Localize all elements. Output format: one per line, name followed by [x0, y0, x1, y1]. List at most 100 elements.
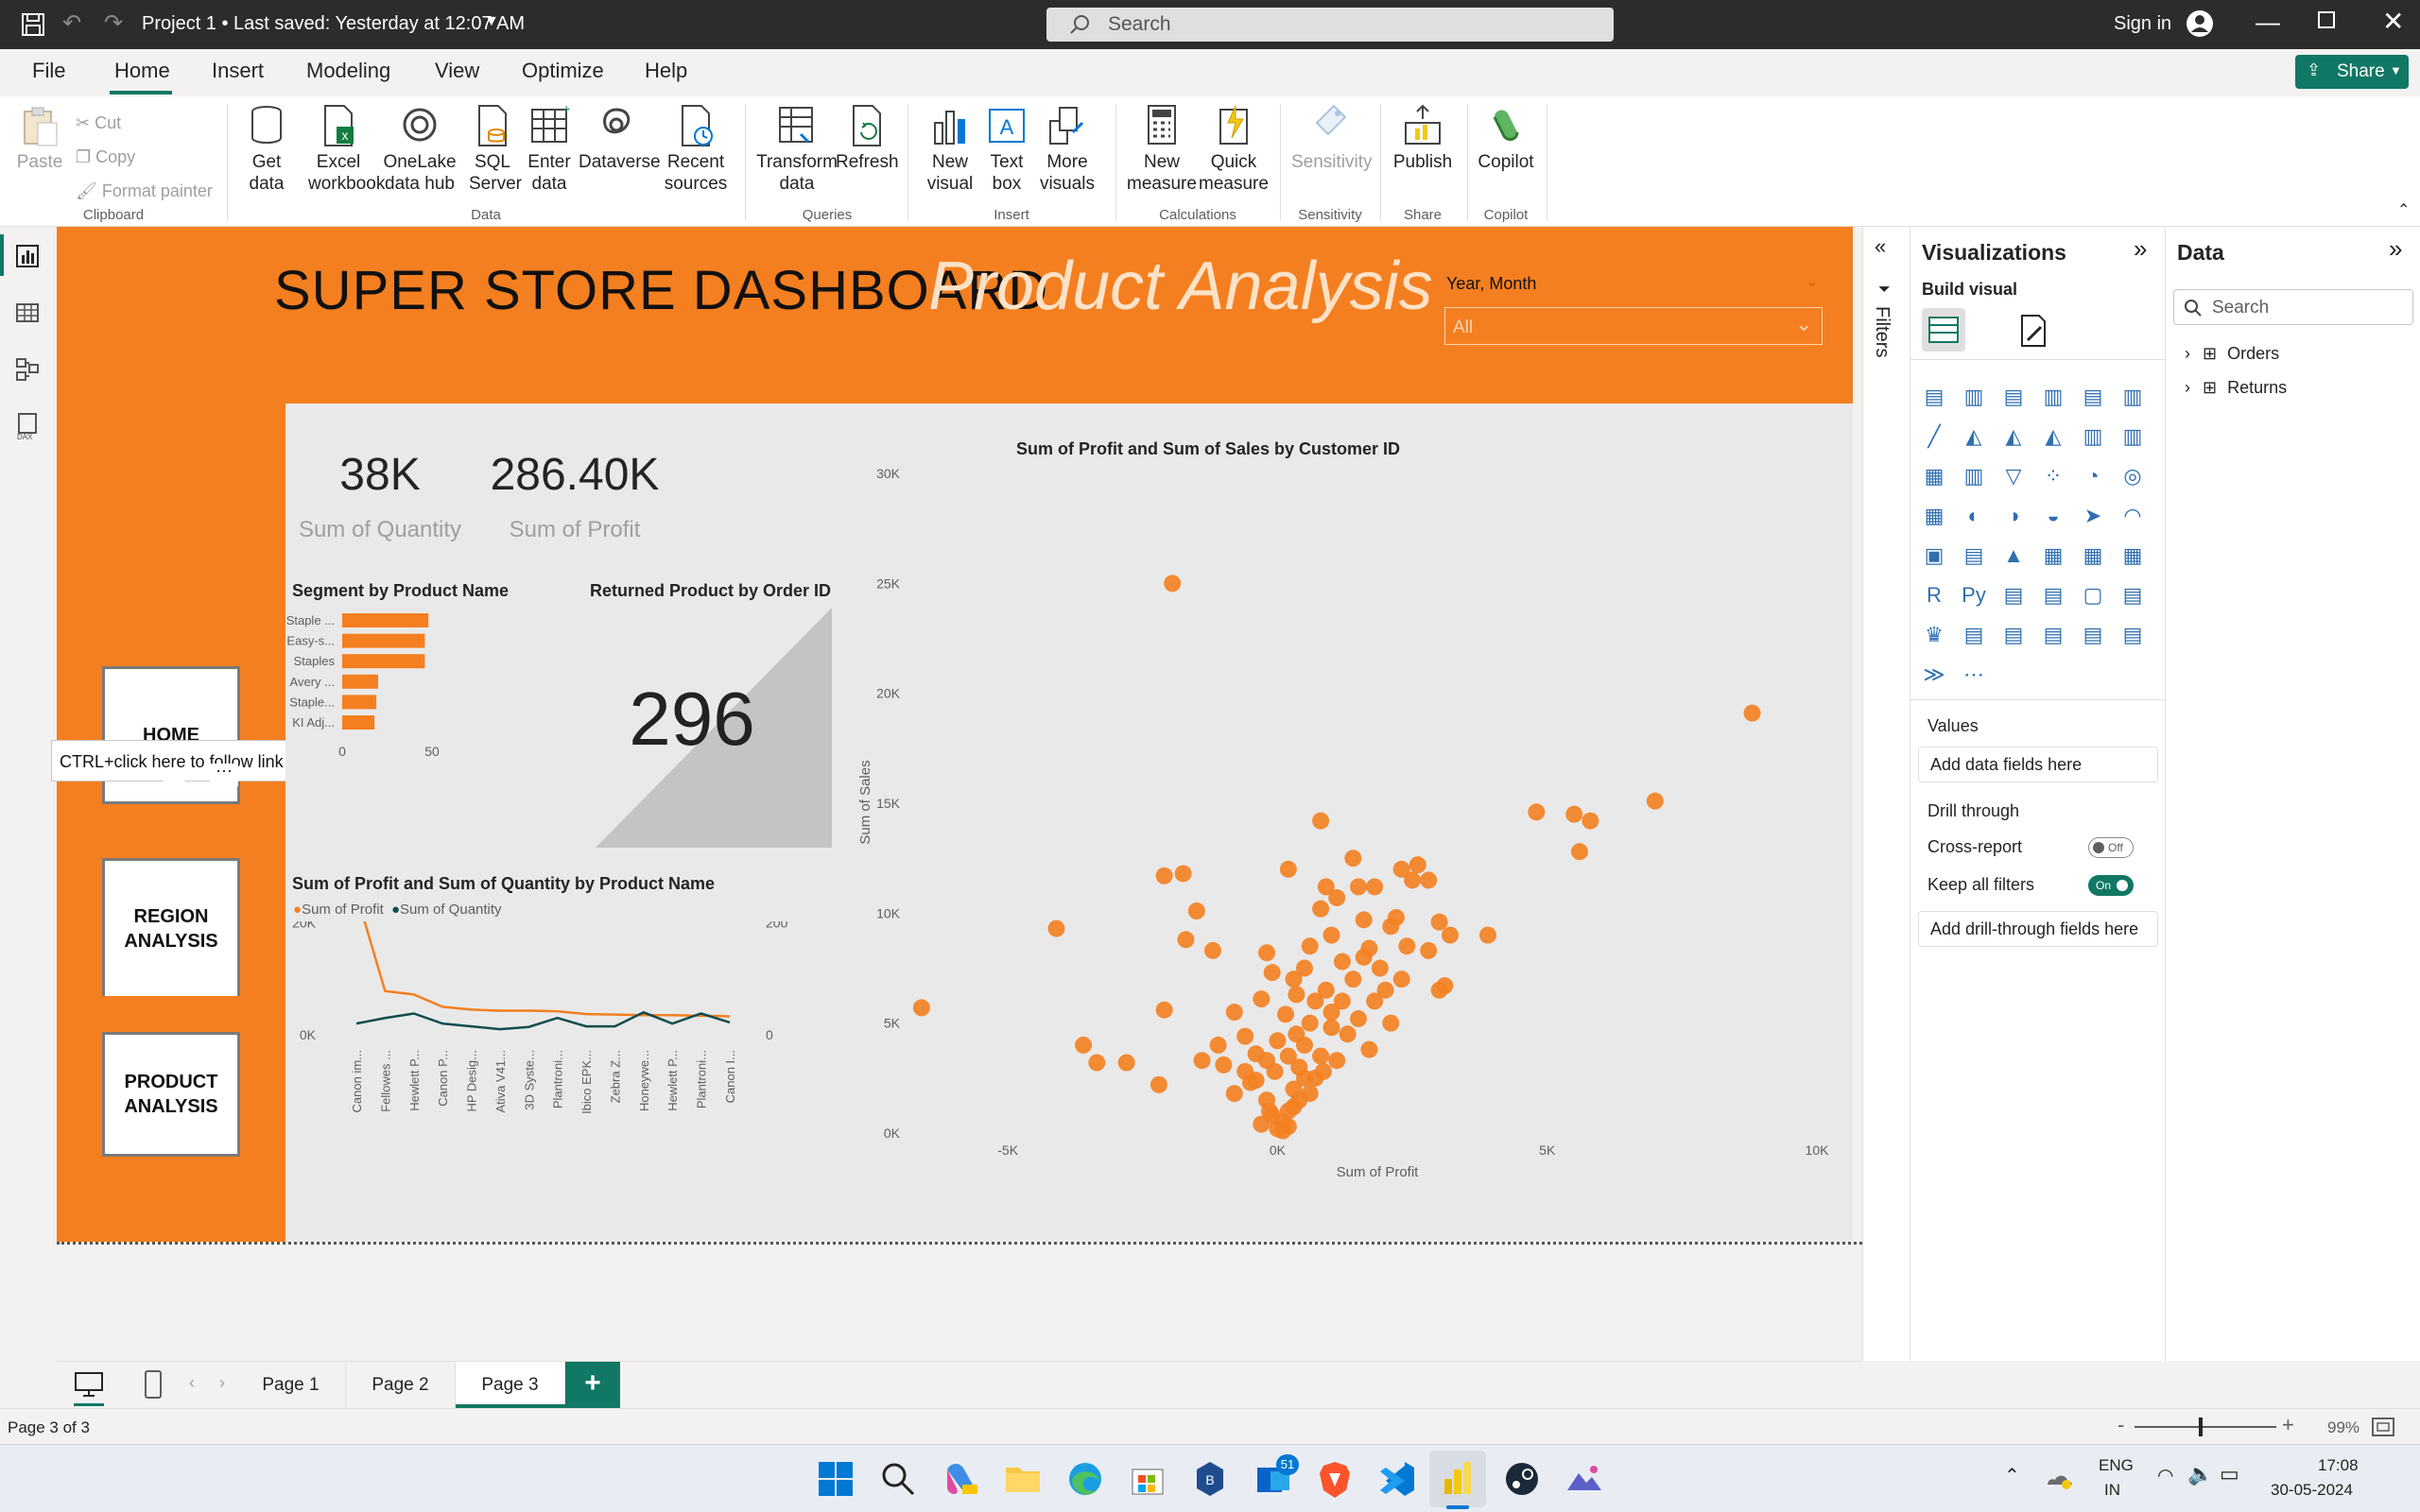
chevron-down-icon[interactable]: ▼ [484, 13, 499, 30]
fit-to-page-icon[interactable] [2371, 1417, 2395, 1437]
stacked-area-icon[interactable]: ◭ [1999, 422, 2028, 451]
refresh-button[interactable]: Refresh [836, 104, 899, 173]
year-month-slicer[interactable]: All ⌄ [1444, 307, 1823, 345]
zoom-in-icon[interactable]: + [2282, 1413, 2294, 1437]
table-view-icon[interactable] [15, 301, 40, 325]
multi-row-card-icon[interactable]: ▤ [1960, 541, 1988, 570]
paginated-report-icon[interactable]: ▤ [1960, 621, 1988, 649]
area-chart-icon[interactable]: ◭ [1960, 422, 1988, 451]
more-options-icon[interactable]: ⋯ [210, 763, 238, 786]
power-automate-flow-icon[interactable]: ≫ [1920, 661, 1948, 689]
redo-icon[interactable]: ↷ [104, 9, 123, 37]
dax-query-icon[interactable]: DAX [15, 412, 40, 440]
sql-server-button[interactable]: SQL Server [469, 104, 522, 195]
report-view-icon[interactable] [15, 244, 40, 268]
sign-in-link[interactable]: Sign in [2114, 13, 2171, 35]
format-painter-button[interactable]: 🖌 Format painter [76, 174, 213, 208]
sensitivity-button[interactable]: Sensitivity [1291, 104, 1373, 173]
page-tab-1[interactable]: Page 1 [236, 1362, 346, 1408]
matrix-icon[interactable]: ▦ [2118, 541, 2147, 570]
onelake-button[interactable]: OneLake data hub [380, 104, 459, 195]
filled-map-icon[interactable]: ◑ [1999, 502, 2028, 530]
transform-data-button[interactable]: Transform data [756, 104, 838, 195]
menu-file[interactable]: File [32, 59, 65, 83]
profit-sales-scatter-chart[interactable]: 0K 5K 10K 15K 20K 25K 30K -5K 0K 5K 10K Sum of Prof… [853, 462, 1845, 1218]
waterfall-icon[interactable]: ▥ [1960, 462, 1988, 490]
product-analysis-nav-button[interactable]: PRODUCT ANALYSIS [102, 1032, 240, 1157]
minimize-icon[interactable]: — [2256, 8, 2280, 37]
project-title[interactable]: Project 1 • Last saved: Yesterday at 12:… [142, 13, 525, 35]
menu-optimize[interactable]: Optimize [522, 59, 604, 83]
kpi-icon[interactable]: ▲ [1999, 541, 2028, 570]
excel-button[interactable]: x Excel workbook [308, 104, 385, 195]
expand-filters-icon[interactable]: « [1875, 234, 1886, 259]
map-icon[interactable]: ◐ [1960, 502, 1988, 530]
get-data-button[interactable]: Get data [236, 104, 297, 195]
pie-chart-icon[interactable]: ◔ [2079, 462, 2107, 490]
collapse-pane-icon[interactable]: » [2134, 234, 2147, 264]
collapse-ribbon-icon[interactable]: ⌃ [2397, 200, 2410, 219]
clock-time[interactable]: 17:08 [2318, 1456, 2359, 1475]
more-visuals-icon[interactable]: ⋯ [1960, 661, 1988, 689]
power-apps-icon[interactable]: ▤ [1999, 621, 2028, 649]
filters-pane-collapsed[interactable]: « ⏷ Filters [1862, 227, 1910, 1361]
100-bar-icon[interactable]: ▤ [2079, 383, 2107, 411]
zoom-slider[interactable] [2135, 1426, 2276, 1428]
r-visual-icon[interactable]: R [1920, 581, 1948, 610]
copy-button[interactable]: ❐ Copy [76, 140, 213, 174]
chevron-up-icon[interactable]: ⌃ [2004, 1464, 2020, 1487]
undo-icon[interactable]: ↶ [62, 9, 81, 37]
quick-measure-button[interactable]: Quick measure [1199, 104, 1269, 195]
share-button[interactable]: ⇪ Share ▼ [2295, 55, 2409, 89]
smart-narrative-icon[interactable]: ▤ [2118, 581, 2147, 610]
menu-insert[interactable]: Insert [212, 59, 264, 83]
collapse-pane-icon[interactable]: » [2389, 234, 2402, 264]
zoom-slider-thumb[interactable] [2199, 1418, 2203, 1436]
drill-through-drop-well[interactable]: Add drill-through fields here [1918, 911, 2158, 947]
segment-bar-chart[interactable]: Staple ... Easy-s... Staples Avery ... Stapl… [285, 602, 569, 763]
decomposition-tree-icon[interactable]: ▤ [2039, 581, 2067, 610]
python-visual-icon[interactable]: Py [1960, 581, 1988, 610]
menu-home[interactable]: Home [114, 59, 170, 83]
chevron-down-icon[interactable]: ⌄ [1806, 272, 1818, 291]
file-explorer-icon[interactable] [1002, 1458, 1044, 1500]
wifi-icon[interactable]: ◠ [2157, 1464, 2173, 1487]
funnel-icon[interactable]: ▽ [1999, 462, 2028, 490]
enter-data-button[interactable]: + Enter data [524, 104, 575, 195]
stacked-bar-icon[interactable]: ▤ [1920, 383, 1948, 411]
menu-modeling[interactable]: Modeling [306, 59, 390, 83]
model-view-icon[interactable] [15, 357, 40, 382]
new-card-icon[interactable]: ▤ [2079, 621, 2107, 649]
slicer-icon[interactable]: ▦ [2039, 541, 2067, 570]
language-indicator[interactable]: ENG [2099, 1456, 2134, 1475]
copilot-button[interactable]: Copilot [1475, 104, 1537, 173]
power-automate-icon[interactable]: ▤ [2039, 621, 2067, 649]
gauge-icon[interactable]: ◠ [2118, 502, 2147, 530]
search-box[interactable]: Search [1046, 8, 1614, 42]
profit-quantity-line-chart[interactable]: 0K 20K 0 200 Canon im... Fellowes ... Hewlett … [285, 921, 815, 1158]
page-tab-2[interactable]: Page 2 [346, 1362, 456, 1408]
edge-icon[interactable] [1064, 1458, 1106, 1500]
table-orders[interactable]: › ⊞ Orders [2185, 344, 2279, 364]
power-bi-icon[interactable] [1437, 1458, 1478, 1500]
line-chart-icon[interactable]: ╱ [1920, 422, 1948, 451]
scatter-icon[interactable]: ⁘ [2039, 462, 2067, 490]
app-icon[interactable]: B [1189, 1458, 1231, 1500]
new-measure-button[interactable]: New measure [1127, 104, 1197, 195]
ribbon-chart-icon[interactable]: ▦ [1920, 462, 1948, 490]
paste-button[interactable]: Paste [13, 104, 66, 173]
account-icon[interactable] [2186, 9, 2214, 38]
steam-icon[interactable] [1501, 1458, 1543, 1500]
stacked-column-icon[interactable]: ▥ [1960, 383, 1988, 411]
azure-map-icon[interactable]: ➤ [2079, 502, 2107, 530]
clustered-column-icon[interactable]: ▥ [2039, 383, 2067, 411]
keep-filters-toggle[interactable]: On [2088, 875, 2134, 896]
100-column-icon[interactable]: ▥ [2118, 383, 2147, 411]
zoom-out-icon[interactable]: - [2118, 1413, 2124, 1437]
search-icon[interactable] [877, 1458, 919, 1500]
build-visual-tab[interactable] [1922, 308, 1965, 352]
cross-report-toggle[interactable]: Off [2088, 837, 2134, 858]
desktop-layout-icon[interactable] [74, 1371, 104, 1398]
windows-start-icon[interactable] [815, 1458, 856, 1500]
maximize-icon[interactable] [2318, 11, 2335, 28]
